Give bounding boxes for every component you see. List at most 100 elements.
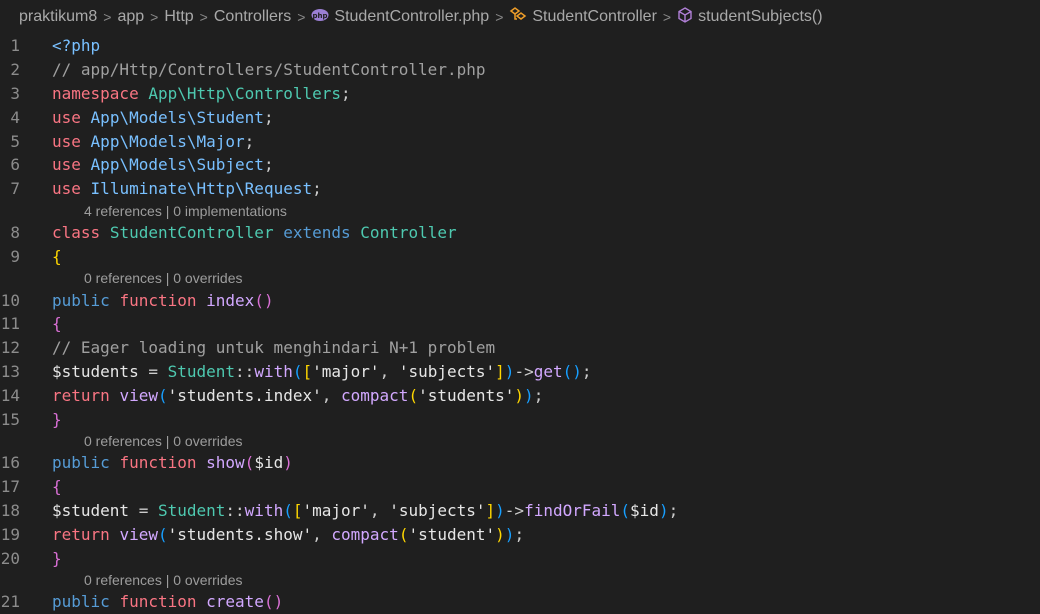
- codelens-link[interactable]: 0 references | 0 overrides: [84, 433, 243, 449]
- line-number: 10: [0, 290, 20, 310]
- string: 'students.show': [167, 524, 313, 544]
- namespace: App\Models\Subject: [90, 155, 264, 175]
- class-name: Student: [157, 500, 226, 520]
- line-number: 21: [0, 592, 20, 612]
- breadcrumb-item-app[interactable]: app: [117, 8, 144, 26]
- line-number: 18: [0, 500, 20, 520]
- namespace: Illuminate\Http\Request: [90, 179, 313, 199]
- line-number: 12: [0, 338, 20, 358]
- line-number: 7: [10, 179, 20, 199]
- line-number: 13: [0, 361, 20, 381]
- code-line: 1 <?php: [0, 34, 1040, 58]
- code-line: 6 use App\Models\Subject;: [0, 153, 1040, 177]
- keyword: public: [52, 592, 110, 612]
- code-line: 16 public function show($id): [0, 453, 293, 473]
- chevron-right-icon: >: [662, 9, 672, 25]
- keyword: function: [119, 453, 197, 473]
- string: 'student': [408, 524, 496, 544]
- keyword: class: [52, 222, 101, 242]
- line-number: 11: [0, 314, 20, 334]
- keyword: function: [119, 290, 197, 310]
- code-line: 11 {: [0, 314, 62, 334]
- keyword: use: [52, 131, 81, 151]
- code-line: 8 class StudentController extends Contro…: [0, 221, 1040, 245]
- chevron-right-icon: >: [103, 9, 112, 25]
- breadcrumb-item-method[interactable]: studentSubjects(): [698, 8, 823, 26]
- class-name: StudentController: [109, 222, 274, 242]
- keyword: public: [52, 290, 110, 310]
- function-name: compact: [331, 524, 399, 544]
- chevron-right-icon: >: [495, 9, 504, 25]
- comment: // app/Http/Controllers/StudentControlle…: [52, 60, 486, 80]
- line-number: 2: [10, 60, 20, 80]
- line-number: 6: [10, 155, 20, 175]
- code-line: 2 // app/Http/Controllers/StudentControl…: [0, 58, 1040, 82]
- chevron-right-icon: >: [150, 9, 159, 25]
- line-number: 8: [10, 222, 20, 242]
- line-number: 16: [0, 453, 20, 473]
- code-line: 5 use App\Models\Major;: [0, 129, 1040, 153]
- keyword: return: [52, 385, 110, 405]
- comment: // Eager loading untuk menghindari N+1 p…: [52, 338, 496, 358]
- breadcrumb-item-http[interactable]: Http: [164, 8, 193, 26]
- code-line: 3 namespace App\Http\Controllers;: [0, 82, 1040, 106]
- method-symbol-icon: [677, 6, 693, 28]
- keyword: namespace: [52, 83, 139, 103]
- keyword: use: [52, 179, 81, 199]
- line-number: 14: [0, 385, 20, 405]
- namespace: App\Models\Student: [90, 107, 264, 127]
- code-line: 10 public function index(): [0, 290, 274, 310]
- string: 'major': [312, 361, 380, 381]
- namespace: App\Models\Major: [90, 131, 245, 151]
- codelens-show-references: 0 references | 0 overrides: [0, 431, 1040, 451]
- function-name: show: [206, 453, 245, 473]
- class-symbol-icon: [509, 6, 527, 28]
- function-name: get: [533, 361, 563, 381]
- chevron-right-icon: >: [199, 9, 208, 25]
- keyword: extends: [283, 222, 351, 242]
- keyword: function: [119, 592, 197, 612]
- function-name: compact: [341, 385, 409, 405]
- breadcrumb-item-class[interactable]: StudentController: [532, 8, 657, 26]
- function-name: view: [119, 385, 158, 405]
- code-line: 7 use Illuminate\Http\Request;: [0, 177, 1040, 201]
- codelens-link[interactable]: 0 references | 0 overrides: [84, 270, 243, 286]
- code-line: 4 use App\Models\Student;: [0, 105, 1040, 129]
- namespace: App\Http\Controllers: [148, 83, 341, 103]
- code-line: 15 }: [0, 409, 62, 429]
- variable: $id: [254, 453, 284, 473]
- breadcrumb-item-project[interactable]: praktikum8: [19, 8, 97, 26]
- breadcrumb: praktikum8 > app > Http > Controllers > …: [0, 0, 1040, 34]
- php-open-tag: <?php: [52, 36, 101, 56]
- code-line: 14 return view('students.index', compact…: [0, 385, 544, 405]
- function-name: index: [206, 290, 255, 310]
- code-editor[interactable]: 1 <?php 2 // app/Http/Controllers/Studen…: [0, 34, 1040, 614]
- line-number: 9: [10, 246, 20, 266]
- code-line: 19 return view('students.show', compact(…: [0, 524, 525, 544]
- keyword: public: [52, 453, 110, 473]
- line-number: 3: [10, 83, 20, 103]
- codelens-link[interactable]: 4 references | 0 implementations: [84, 203, 287, 219]
- keyword: use: [52, 107, 81, 127]
- code-line: 13 $students = Student::with(['major', '…: [0, 361, 592, 381]
- code-line: 20 }: [0, 548, 62, 568]
- string: 'major': [302, 500, 370, 520]
- code-line: 21 public function create(): [0, 592, 284, 612]
- codelens-link[interactable]: 0 references | 0 overrides: [84, 572, 243, 588]
- function-name: findOrFail: [524, 500, 621, 520]
- line-number: 20: [0, 548, 20, 568]
- breadcrumb-item-file[interactable]: StudentController.php: [334, 8, 489, 26]
- code-line: 12 // Eager loading untuk menghindari N+…: [0, 336, 1040, 360]
- string: 'subjects': [389, 500, 486, 520]
- codelens-create-references: 0 references | 0 overrides: [0, 570, 1040, 590]
- function-name: create: [206, 592, 264, 612]
- keyword: return: [52, 524, 110, 544]
- line-number: 5: [10, 131, 20, 151]
- codelens-index-references: 0 references | 0 overrides: [0, 268, 1040, 288]
- line-number: 1: [10, 36, 20, 56]
- chevron-right-icon: >: [297, 9, 306, 25]
- breadcrumb-item-controllers[interactable]: Controllers: [214, 8, 291, 26]
- code-line: 17 {: [0, 477, 62, 497]
- string: 'students': [418, 385, 515, 405]
- svg-text:php: php: [313, 12, 328, 20]
